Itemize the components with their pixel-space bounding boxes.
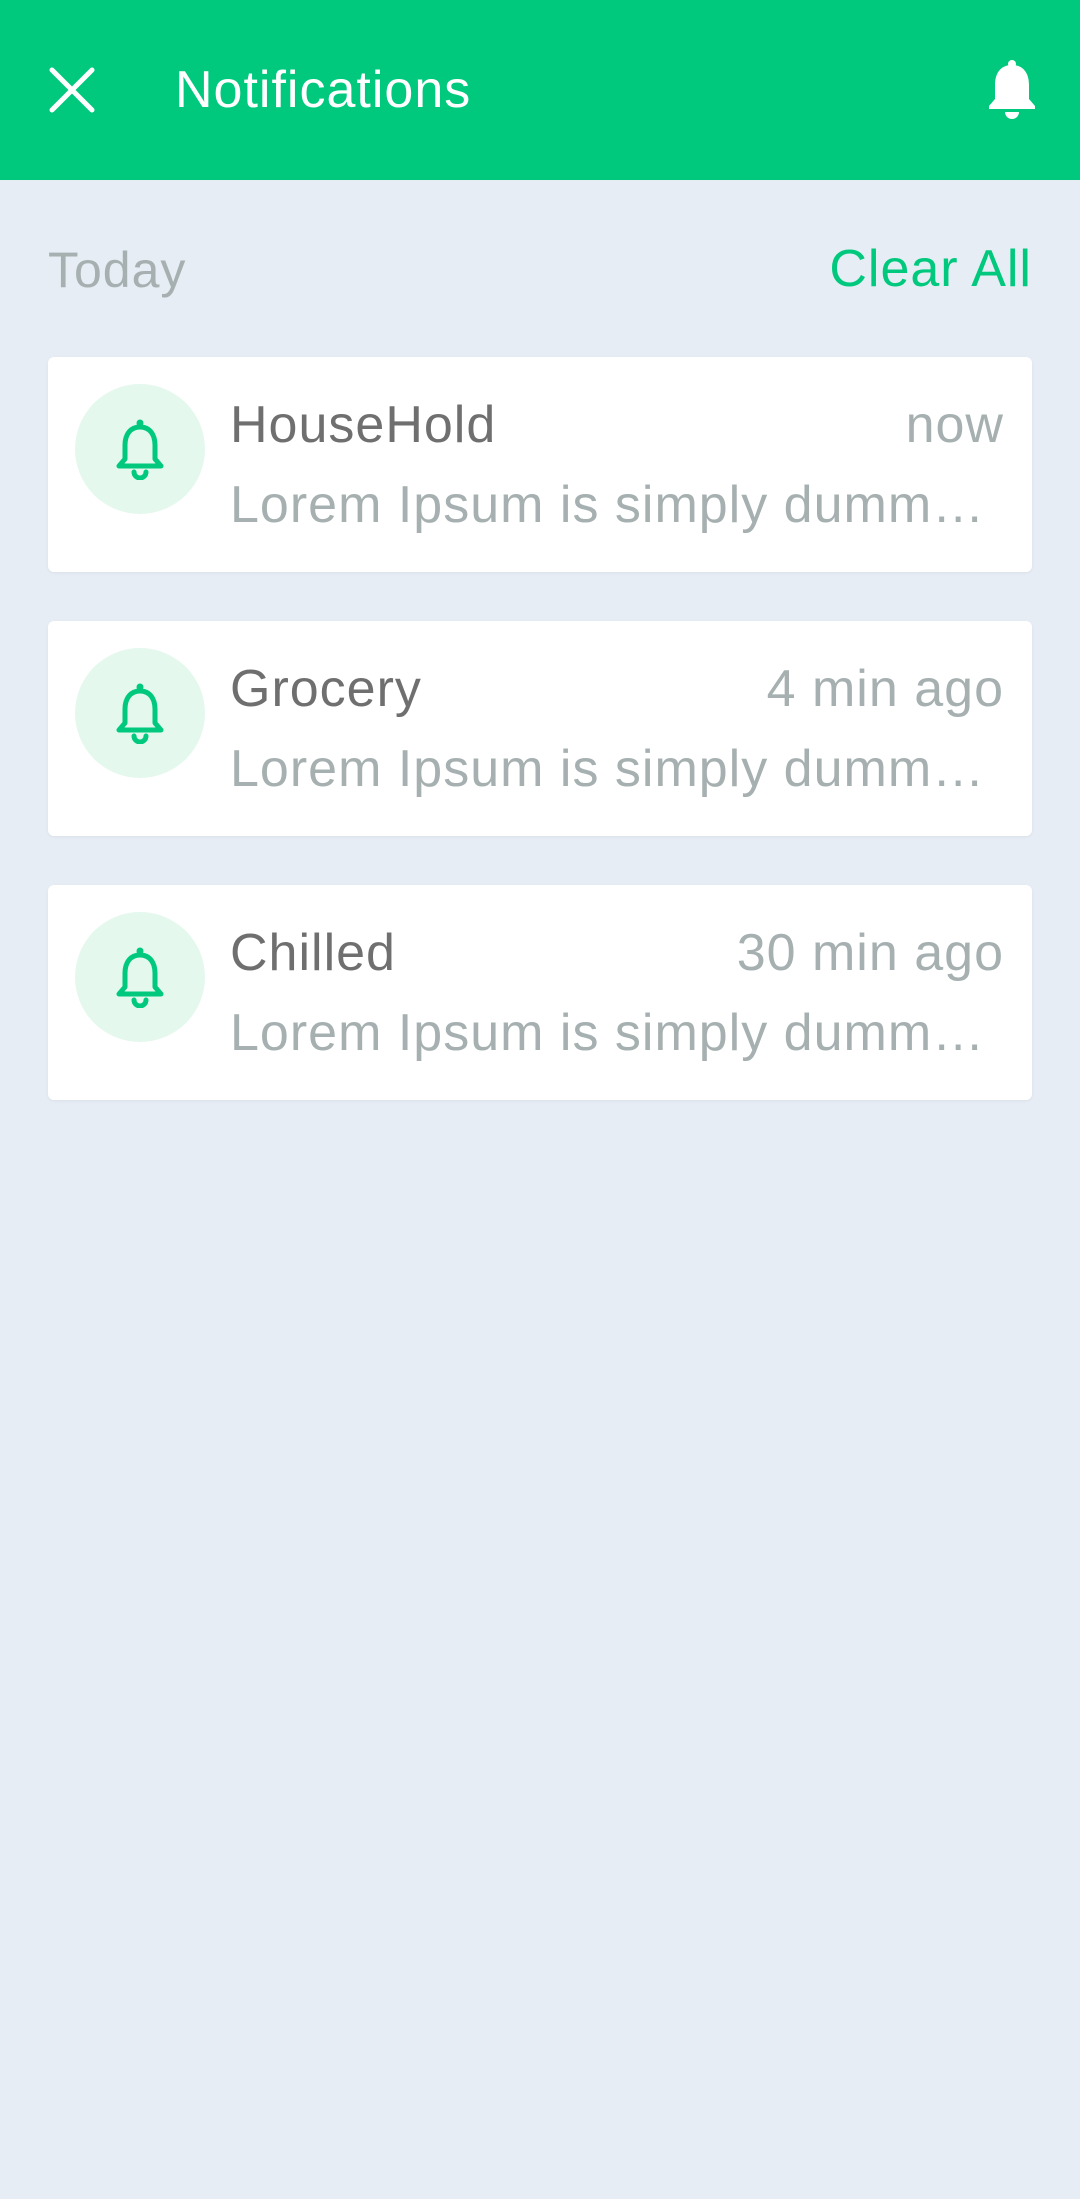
notification-title: Chilled	[230, 924, 396, 982]
bell-outline-icon	[116, 947, 164, 1008]
section-label: Today	[48, 242, 187, 298]
bell-outline-icon	[116, 419, 164, 480]
app-bar: Notifications	[0, 0, 1080, 180]
notification-body: Lorem Ipsum is simply dummy text of the …	[230, 1004, 1010, 1062]
close-icon	[49, 67, 95, 113]
notification-title: HouseHold	[230, 396, 497, 454]
page-title: Notifications	[175, 61, 472, 119]
notification-icon-badge	[75, 912, 205, 1042]
notification-card[interactable]: HouseHold now Lorem Ipsum is simply dumm…	[48, 357, 1032, 572]
notification-icon-badge	[75, 648, 205, 778]
notification-body: Lorem Ipsum is simply dummy text of the …	[230, 740, 1010, 798]
notification-card[interactable]: Grocery 4 min ago Lorem Ipsum is simply …	[48, 621, 1032, 836]
notification-time: 4 min ago	[766, 660, 1004, 718]
close-button[interactable]	[32, 50, 112, 130]
notification-card[interactable]: Chilled 30 min ago Lorem Ipsum is simply…	[48, 885, 1032, 1100]
bell-outline-icon	[116, 683, 164, 744]
section-header: Today Clear All	[48, 235, 1032, 305]
notification-time: 30 min ago	[736, 924, 1004, 982]
notifications-button[interactable]	[972, 50, 1052, 130]
notification-title: Grocery	[230, 660, 422, 718]
notification-list: HouseHold now Lorem Ipsum is simply dumm…	[48, 357, 1032, 1149]
clear-all-button[interactable]: Clear All	[829, 239, 1032, 299]
notification-time: now	[905, 396, 1004, 454]
notification-icon-badge	[75, 384, 205, 514]
bell-icon	[989, 60, 1035, 119]
notification-body: Lorem Ipsum is simply dummy text of the …	[230, 476, 1010, 534]
